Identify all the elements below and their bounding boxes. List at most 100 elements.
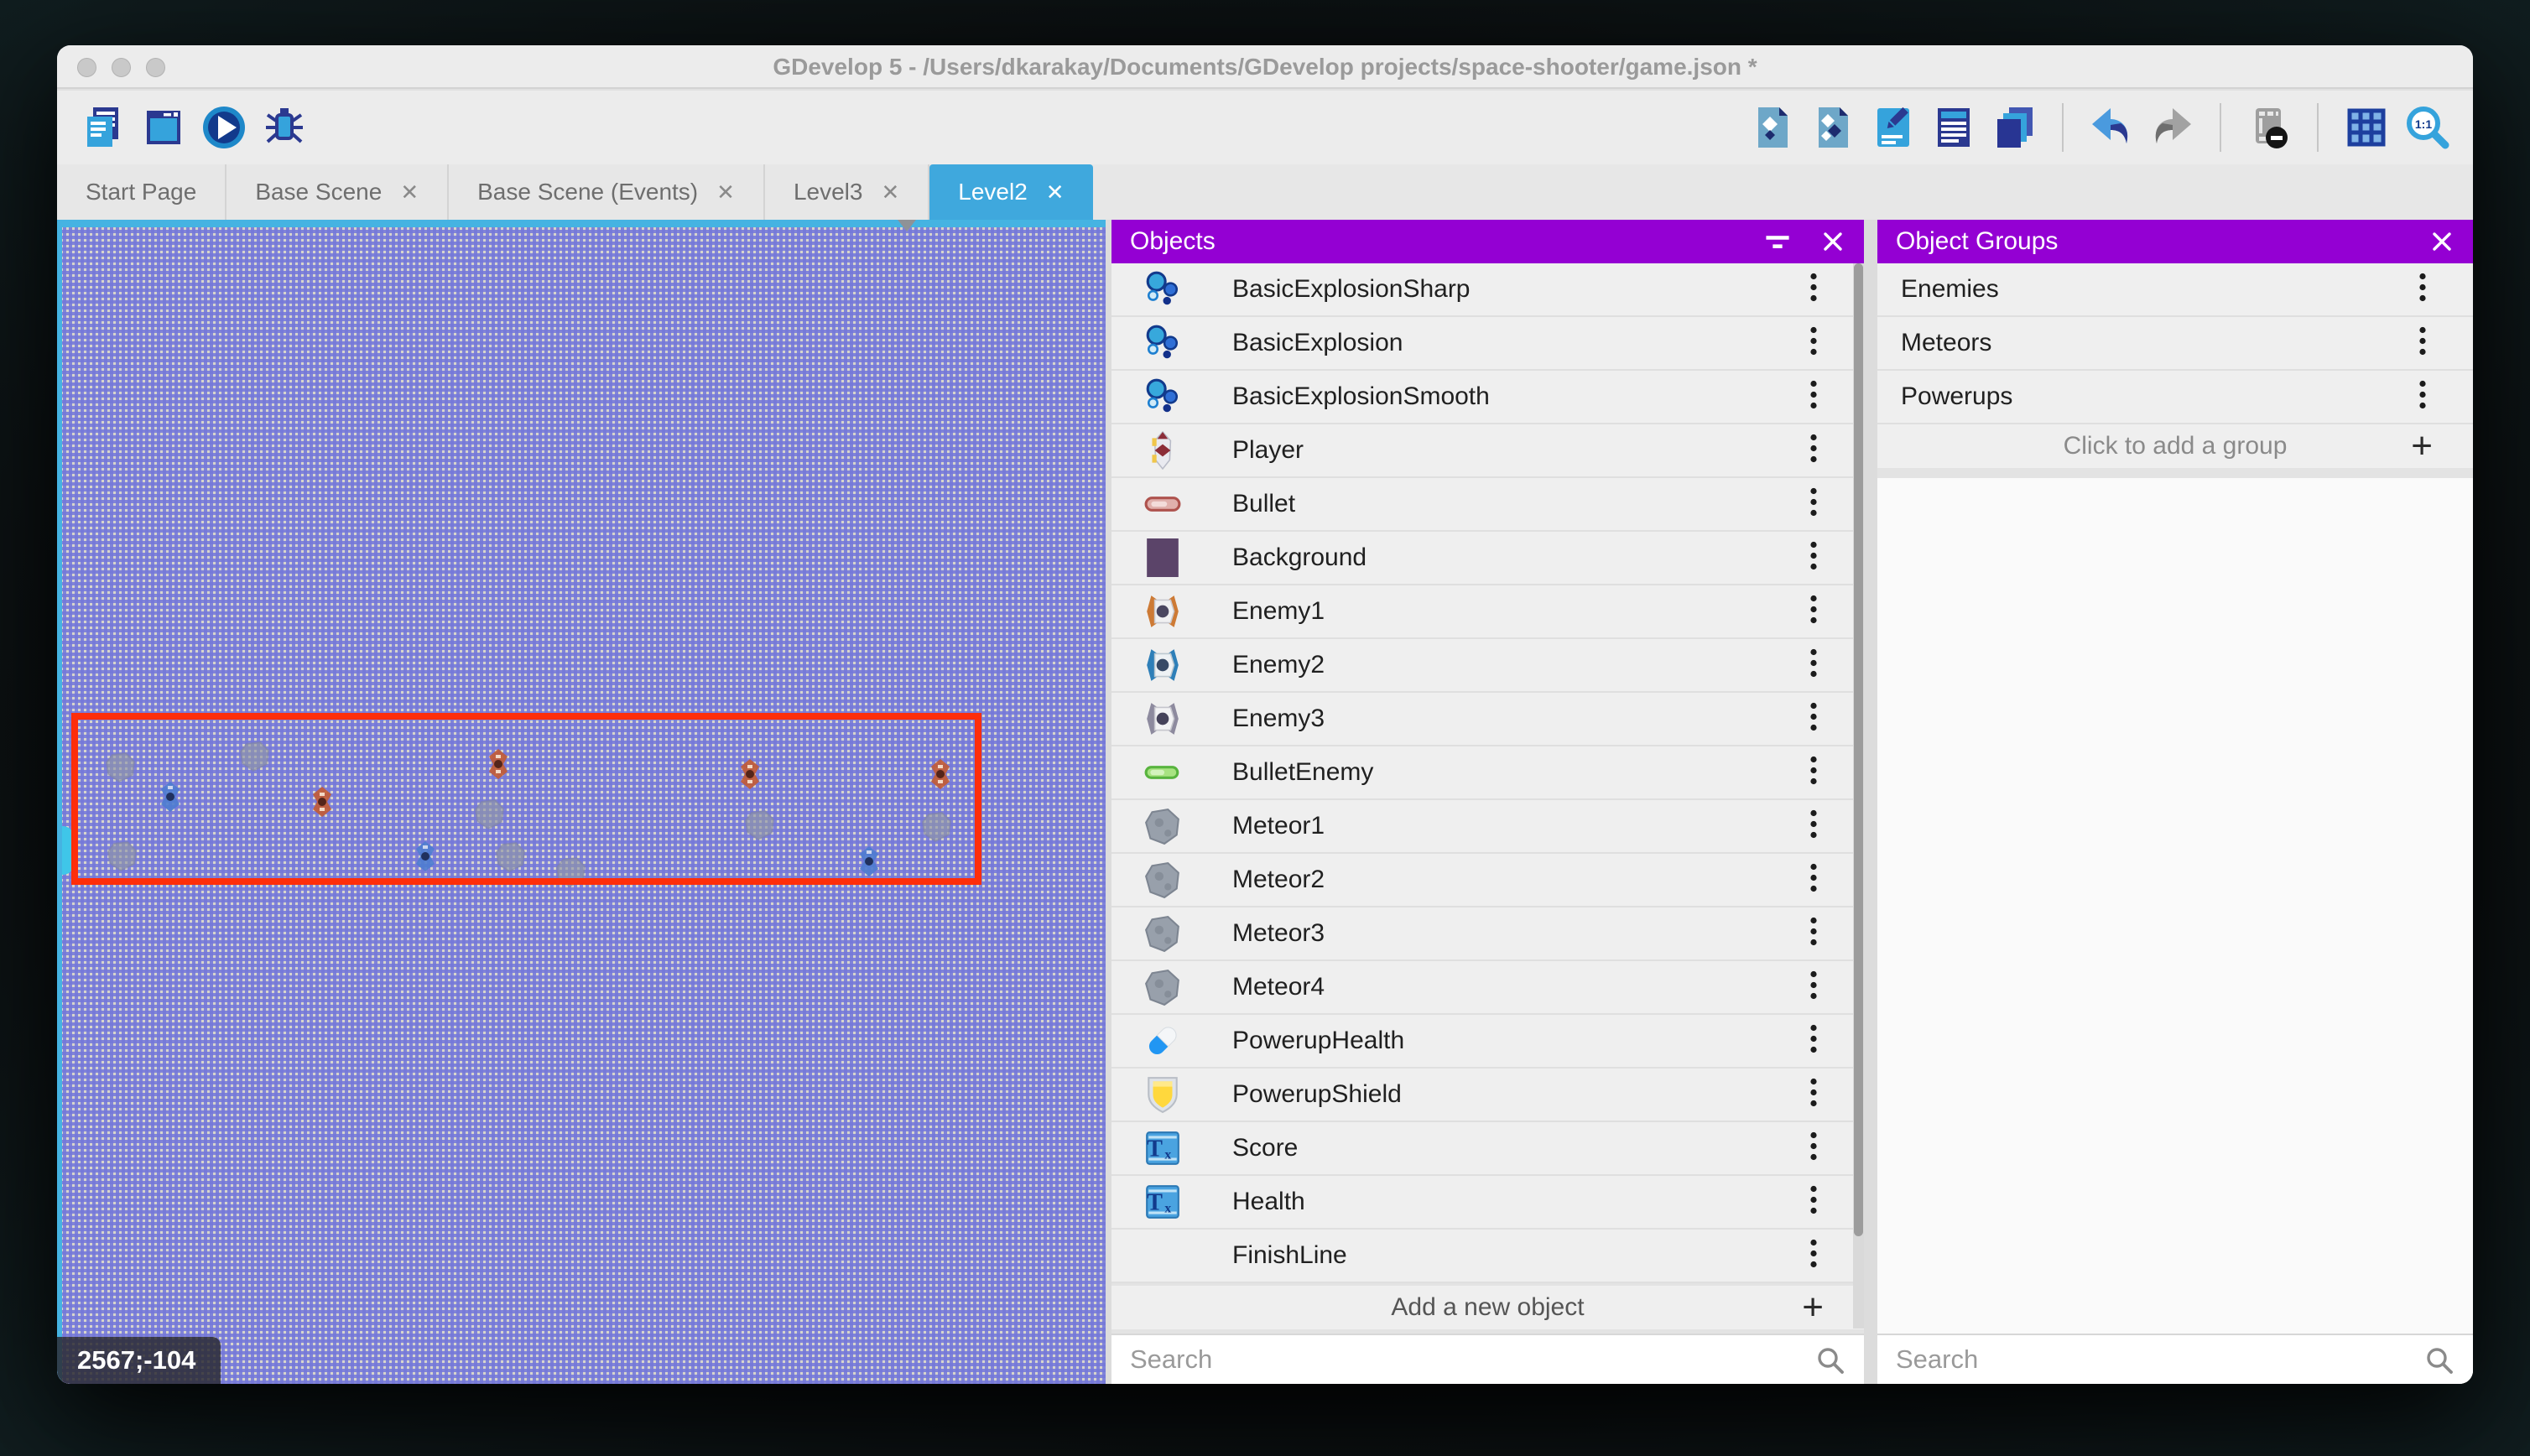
object-row-poweruphealth[interactable]: PowerupHealth	[1111, 1015, 1864, 1069]
groups-search-input[interactable]	[1877, 1335, 2473, 1384]
scene-canvas[interactable]: 2567;-104	[57, 220, 1106, 1384]
objects-panel-title: Objects	[1130, 227, 1216, 256]
row-menu-icon[interactable]	[1809, 486, 1819, 523]
group-row-enemies[interactable]: Enemies	[1877, 263, 2473, 317]
row-menu-icon[interactable]	[1809, 1237, 1819, 1275]
close-tab-icon[interactable]: ✕	[400, 179, 419, 205]
edit-scene-icon[interactable]	[1869, 103, 1918, 152]
object-row-enemy1[interactable]: Enemy1	[1111, 585, 1864, 639]
search-icon	[2424, 1345, 2455, 1380]
object-name: Bullet	[1232, 490, 1295, 518]
row-menu-icon[interactable]	[1809, 539, 1819, 577]
row-menu-icon[interactable]	[1809, 754, 1819, 792]
window-title: GDevelop 5 - /Users/dkarakay/Documents/G…	[57, 45, 2473, 89]
add-group-label: Click to add a group	[2064, 432, 2288, 460]
object-row-health[interactable]: Tx Health	[1111, 1176, 1864, 1230]
object-row-meteor1[interactable]: Meteor1	[1111, 800, 1864, 854]
row-menu-icon[interactable]	[1809, 1130, 1819, 1167]
tab-base-scene-events-[interactable]: Base Scene (Events)✕	[449, 164, 765, 220]
undo-icon[interactable]	[2087, 103, 2136, 152]
add-object-label: Add a new object	[1391, 1293, 1584, 1322]
text-object-icon: Tx	[1143, 1183, 1182, 1221]
object-row-enemy2[interactable]: Enemy2	[1111, 639, 1864, 693]
svg-text:x: x	[1164, 1148, 1171, 1162]
scene-file-2-icon[interactable]	[1809, 103, 1857, 152]
object-name: Meteor3	[1232, 919, 1325, 948]
object-row-basicexplosionsmooth[interactable]: BasicExplosionSmooth	[1111, 371, 1864, 424]
svg-text:1:1: 1:1	[2415, 117, 2432, 131]
row-menu-icon[interactable]	[1809, 1076, 1819, 1114]
object-row-powerupshield[interactable]: PowerupShield	[1111, 1069, 1864, 1122]
row-menu-icon[interactable]	[1809, 271, 1819, 309]
layers-icon[interactable]	[1990, 103, 2038, 152]
scene-window-icon[interactable]	[139, 103, 188, 152]
row-menu-icon[interactable]	[1809, 700, 1819, 738]
close-tab-icon[interactable]: ✕	[1046, 179, 1065, 205]
main-toolbar: 1:1	[57, 91, 2473, 164]
object-row-basicexplosionsharp[interactable]: BasicExplosionSharp	[1111, 263, 1864, 317]
objects-search-input[interactable]	[1111, 1335, 1864, 1384]
close-tab-icon[interactable]: ✕	[716, 179, 735, 205]
explosion-icon	[1143, 270, 1182, 309]
row-menu-icon[interactable]	[1809, 325, 1819, 362]
object-name: BulletEnemy	[1232, 758, 1373, 787]
row-menu-icon[interactable]	[1809, 808, 1819, 845]
object-row-player[interactable]: Player	[1111, 424, 1864, 478]
player-ship-icon	[1143, 431, 1182, 470]
play-icon[interactable]	[200, 103, 248, 152]
close-objects-panel-icon[interactable]	[1820, 229, 1845, 254]
add-object-row[interactable]: Add a new object +	[1111, 1286, 1864, 1329]
row-menu-icon[interactable]	[2418, 325, 2428, 362]
object-row-score[interactable]: TxScore	[1111, 1122, 1864, 1176]
groups-empty-area	[1877, 478, 2473, 1334]
object-name: BasicExplosion	[1232, 329, 1403, 357]
background-icon	[1143, 538, 1182, 577]
object-row-meteor3[interactable]: Meteor3	[1111, 907, 1864, 961]
mask-preview-icon[interactable]	[2245, 103, 2293, 152]
row-menu-icon[interactable]	[1809, 915, 1819, 953]
add-group-row[interactable]: Click to add a group +	[1877, 424, 2473, 468]
object-row-bullet[interactable]: Bullet	[1111, 478, 1864, 532]
tab-bar: Start PageBase Scene✕Base Scene (Events)…	[57, 164, 2473, 220]
redo-icon[interactable]	[2147, 103, 2196, 152]
row-menu-icon[interactable]	[1809, 593, 1819, 631]
object-row-bulletenemy[interactable]: BulletEnemy	[1111, 746, 1864, 800]
object-row-meteor2[interactable]: Meteor2	[1111, 854, 1864, 907]
objects-scrollbar[interactable]	[1853, 263, 1864, 1329]
object-row-basicexplosion[interactable]: BasicExplosion	[1111, 317, 1864, 371]
close-groups-panel-icon[interactable]	[2429, 229, 2455, 254]
toolbar-separator	[2220, 103, 2221, 152]
row-menu-icon[interactable]	[1809, 378, 1819, 416]
tab-base-scene[interactable]: Base Scene✕	[226, 164, 449, 220]
properties-list-icon[interactable]	[1929, 103, 1978, 152]
tab-level3[interactable]: Level3✕	[765, 164, 929, 220]
object-row-background[interactable]: Background	[1111, 532, 1864, 585]
row-menu-icon[interactable]	[1809, 969, 1819, 1006]
scene-file-icon[interactable]	[1748, 103, 1797, 152]
grid-toggle-icon[interactable]	[2342, 103, 2391, 152]
filter-icon[interactable]	[1763, 227, 1792, 256]
object-row-meteor4[interactable]: Meteor4	[1111, 961, 1864, 1015]
row-menu-icon[interactable]	[1809, 1183, 1819, 1221]
object-name: Health	[1232, 1188, 1305, 1216]
svg-text:x: x	[1164, 1202, 1171, 1216]
zoom-1-1-icon[interactable]: 1:1	[2402, 103, 2451, 152]
plus-icon: +	[2411, 428, 2433, 465]
object-row-finishline[interactable]: FinishLine	[1111, 1230, 1864, 1283]
project-manager-icon[interactable]	[79, 103, 128, 152]
row-menu-icon[interactable]	[1809, 1022, 1819, 1060]
group-row-powerups[interactable]: Powerups	[1877, 371, 2473, 424]
debug-icon[interactable]	[260, 103, 309, 152]
tab-level2[interactable]: Level2✕	[929, 164, 1092, 220]
row-menu-icon[interactable]	[1809, 861, 1819, 899]
group-row-meteors[interactable]: Meteors	[1877, 317, 2473, 371]
close-tab-icon[interactable]: ✕	[881, 179, 899, 205]
row-menu-icon[interactable]	[1809, 647, 1819, 684]
row-menu-icon[interactable]	[2418, 378, 2428, 416]
meteor-icon	[1143, 914, 1182, 953]
tab-start-page[interactable]: Start Page	[57, 164, 226, 220]
group-name: Powerups	[1901, 382, 2012, 411]
row-menu-icon[interactable]	[1809, 432, 1819, 470]
row-menu-icon[interactable]	[2418, 271, 2428, 309]
object-row-enemy3[interactable]: Enemy3	[1111, 693, 1864, 746]
